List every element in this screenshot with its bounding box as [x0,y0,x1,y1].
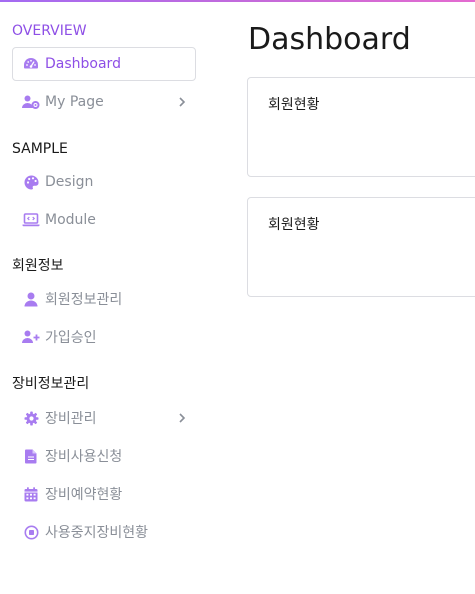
chevron-right-icon[interactable] [176,412,188,424]
sidebar-item-label: 장비사용신청 [45,449,123,465]
file-icon [22,447,40,465]
sidebar-item-label: 장비예약현황 [45,487,123,503]
sidebar: OVERVIEW Dashboard My Page SAMPLE Design… [0,0,205,594]
stop-circle-icon [22,523,40,541]
sidebar-item-label: Dashboard [45,56,121,72]
section-title-member-info: 회원정보 [12,258,64,274]
sidebar-item-label: Module [45,212,96,228]
card-title: 회원현황 [268,97,320,113]
sidebar-item-signup-approval[interactable]: 가입승인 [12,320,196,354]
member-status-card: 회원현황 [247,77,475,177]
sidebar-item-equipment-management[interactable]: 장비관리 [12,401,196,435]
sidebar-item-member-management[interactable]: 회원정보관리 [12,282,196,316]
calendar-icon [22,485,40,503]
user-plus-icon [22,328,40,346]
section-title-sample: SAMPLE [12,141,68,157]
sidebar-item-label: Design [45,174,94,190]
laptop-code-icon [22,211,40,229]
sidebar-item-design[interactable]: Design [12,165,196,199]
user-gear-icon [22,93,40,111]
chevron-right-icon[interactable] [176,96,188,108]
sidebar-item-suspended-equipment[interactable]: 사용중지장비현황 [12,515,196,549]
section-title-overview: OVERVIEW [12,23,87,39]
sidebar-item-label: 사용중지장비현황 [45,525,149,541]
gear-icon [22,409,40,427]
page-title: Dashboard [248,22,411,57]
member-status-card: 회원현황 [247,197,475,297]
sidebar-item-module[interactable]: Module [12,203,196,237]
sidebar-item-label: My Page [45,94,104,110]
sidebar-item-my-page[interactable]: My Page [12,85,196,119]
sidebar-item-label: 회원정보관리 [45,292,123,308]
sidebar-item-equipment-request[interactable]: 장비사용신청 [12,439,196,473]
sidebar-item-label: 장비관리 [45,411,97,427]
tachometer-icon [22,55,40,73]
user-icon [22,290,40,308]
sidebar-item-dashboard[interactable]: Dashboard [12,47,196,81]
section-title-equipment-info: 장비정보관리 [12,376,90,392]
sidebar-item-equipment-reservation[interactable]: 장비예약현황 [12,477,196,511]
palette-icon [22,173,40,191]
sidebar-item-label: 가입승인 [45,330,97,346]
card-title: 회원현황 [268,217,320,233]
